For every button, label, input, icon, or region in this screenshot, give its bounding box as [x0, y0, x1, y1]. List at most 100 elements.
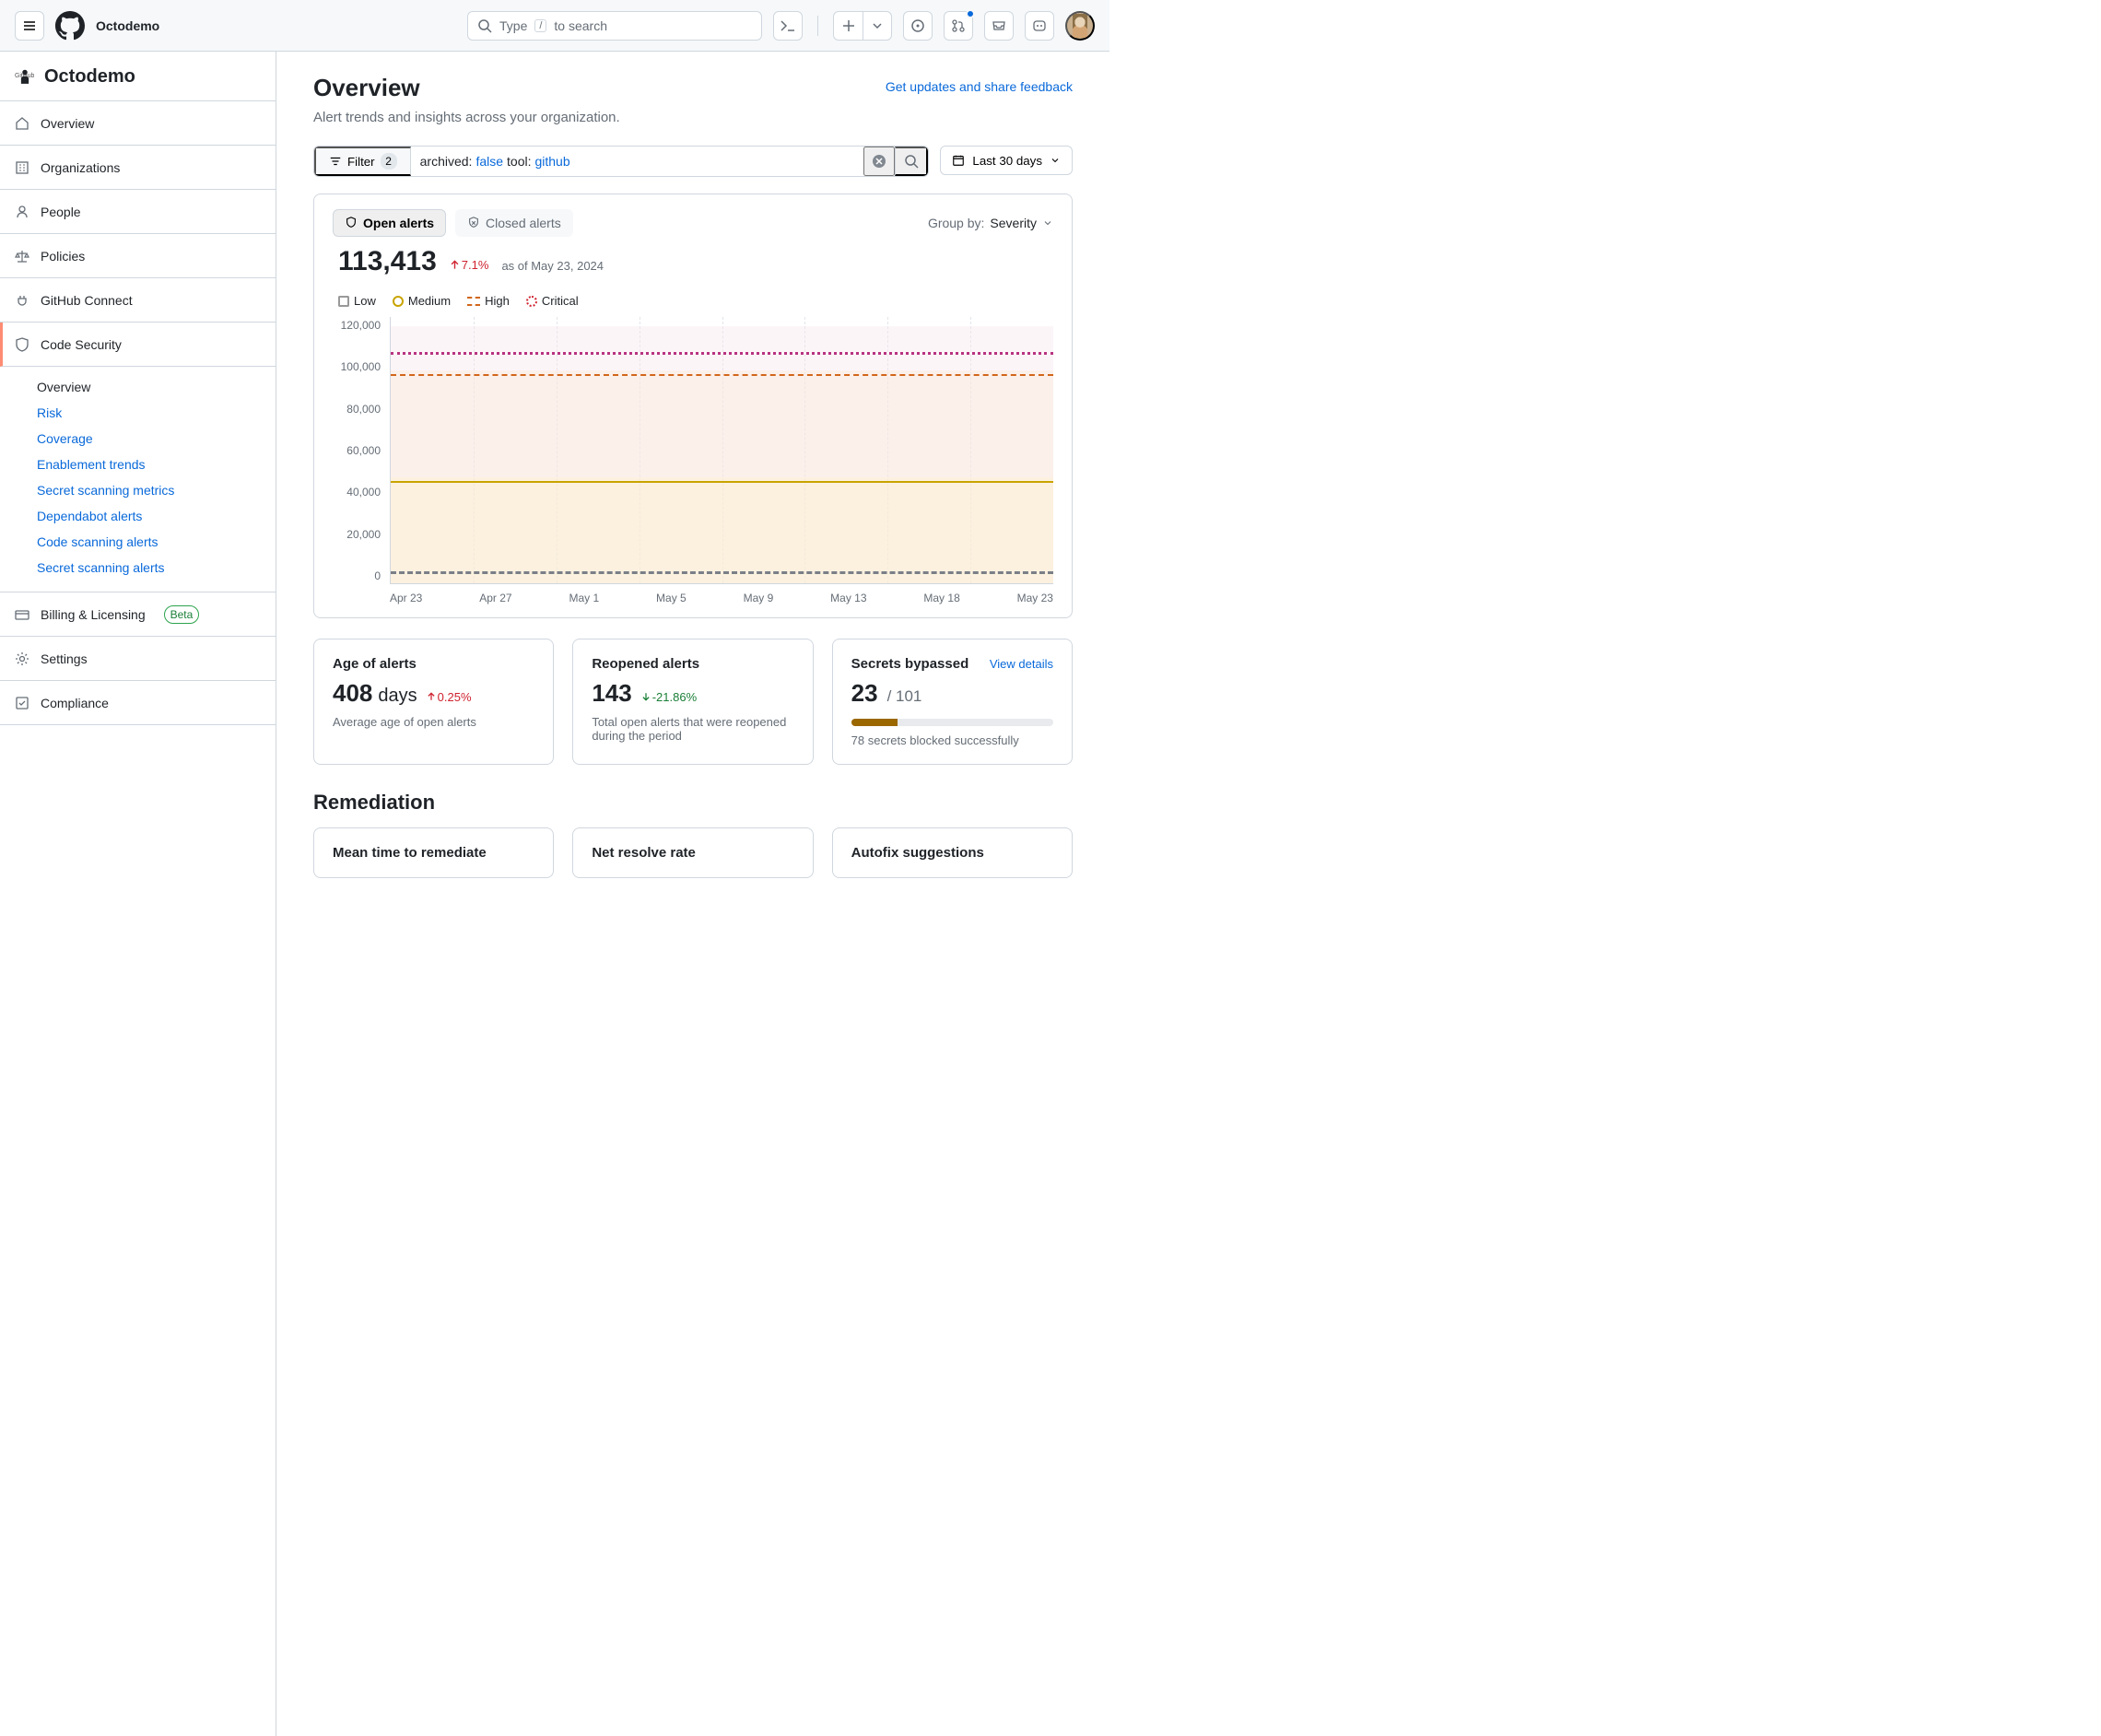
sidebar-sub-secret-metrics[interactable]: Secret scanning metrics [0, 477, 276, 503]
sidebar-sub-code-scanning[interactable]: Code scanning alerts [0, 529, 276, 555]
sidebar-item-settings[interactable]: Settings [0, 637, 276, 681]
filter-token-value: false [475, 154, 503, 169]
filter-token-value: github [534, 154, 569, 169]
card-age-of-alerts[interactable]: Age of alerts 408 days 0.25% Average age… [313, 639, 554, 765]
breadcrumb-org[interactable]: Octodemo [96, 18, 159, 33]
github-logo-icon[interactable] [55, 11, 85, 41]
menu-button[interactable] [15, 11, 44, 41]
alert-asof-label: as of May 23, 2024 [501, 259, 604, 273]
tab-open-alerts[interactable]: Open alerts [333, 209, 446, 237]
sidebar-item-label: GitHub Connect [41, 293, 133, 308]
sidebar-sub-risk[interactable]: Risk [0, 400, 276, 426]
sidebar-item-label: Overview [41, 116, 94, 131]
chevron-down-icon [870, 18, 885, 33]
card-mean-time-remediate[interactable]: Mean time to remediate [313, 827, 554, 878]
sidebar-sub-secret-alerts[interactable]: Secret scanning alerts [0, 555, 276, 581]
legend-low[interactable]: Low [338, 294, 376, 308]
user-avatar[interactable] [1065, 11, 1095, 41]
progress-fill [851, 719, 898, 726]
tab-label: Open alerts [363, 216, 434, 230]
card-title: Secrets bypassed [851, 656, 969, 672]
x-circle-icon [872, 154, 886, 169]
legend-high[interactable]: High [467, 294, 510, 308]
y-tick: 20,000 [333, 528, 381, 541]
progress-bar [851, 719, 1053, 726]
copilot-button[interactable] [1025, 11, 1054, 41]
sidebar-item-policies[interactable]: Policies [0, 234, 276, 278]
date-range-label: Last 30 days [972, 154, 1042, 168]
area-medium [391, 477, 1053, 583]
legend-critical[interactable]: Critical [526, 294, 579, 308]
org-avatar-icon: GitHub [15, 67, 35, 88]
chart-plot-area[interactable] [390, 317, 1053, 584]
sidebar-item-label: Settings [41, 651, 88, 666]
filter-button[interactable]: Filter 2 [314, 147, 411, 176]
y-axis: 120,000 100,000 80,000 60,000 40,000 20,… [333, 317, 390, 584]
card-value: 23 [851, 679, 878, 708]
alert-trend-pct: 7.1% [450, 258, 489, 272]
view-details-link[interactable]: View details [990, 657, 1053, 671]
card-desc: 78 secrets blocked successfully [851, 733, 1053, 747]
x-tick: May 5 [656, 592, 687, 604]
sidebar-item-organizations[interactable]: Organizations [0, 146, 276, 190]
law-icon [15, 249, 29, 264]
card-reopened-alerts[interactable]: Reopened alerts 143 -21.86% Total open a… [572, 639, 813, 765]
sidebar-sub-coverage[interactable]: Coverage [0, 426, 276, 452]
group-by-dropdown[interactable]: Group by: Severity [928, 216, 1053, 230]
sidebar-sub-overview[interactable]: Overview [0, 374, 276, 400]
pull-requests-button[interactable] [944, 11, 973, 41]
sidebar-sub-dependabot[interactable]: Dependabot alerts [0, 503, 276, 529]
copilot-icon [1032, 18, 1047, 33]
sidebar-sub-enablement[interactable]: Enablement trends [0, 452, 276, 477]
sidebar-org-header[interactable]: GitHub Octodemo [0, 52, 276, 101]
shield-x-icon [467, 217, 480, 229]
group-by-label: Group by: [928, 216, 984, 230]
chevron-down-icon [1050, 155, 1061, 166]
critical-swatch-icon [526, 296, 537, 307]
card-denominator: / 101 [887, 687, 922, 706]
pull-request-icon [951, 18, 966, 33]
card-title: Mean time to remediate [333, 845, 534, 861]
sidebar-item-connect[interactable]: GitHub Connect [0, 278, 276, 323]
group-by-value: Severity [990, 216, 1037, 230]
card-title: Autofix suggestions [851, 845, 1053, 861]
sidebar-item-overview[interactable]: Overview [0, 101, 276, 146]
inbox-button[interactable] [984, 11, 1014, 41]
sidebar-item-security[interactable]: Code Security [0, 323, 276, 367]
tab-label: Closed alerts [486, 216, 561, 230]
sidebar-item-billing[interactable]: Billing & Licensing Beta [0, 592, 276, 637]
filter-icon [329, 155, 342, 168]
issues-button[interactable] [903, 11, 933, 41]
filter-clear-button[interactable] [863, 147, 895, 176]
legend-medium[interactable]: Medium [393, 294, 451, 308]
chevron-down-icon [1042, 217, 1053, 229]
feedback-link[interactable]: Get updates and share feedback [886, 79, 1073, 94]
sidebar-submenu: Overview Risk Coverage Enablement trends… [0, 367, 276, 592]
alert-total-count: 113,413 [338, 246, 437, 277]
sidebar-item-compliance[interactable]: Compliance [0, 681, 276, 725]
y-tick: 40,000 [333, 486, 381, 499]
notification-dot-icon [966, 9, 975, 18]
card-title: Reopened alerts [592, 656, 793, 672]
create-new-button[interactable] [833, 11, 863, 41]
filter-query-input[interactable]: archived:false tool:github [411, 147, 864, 176]
search-placeholder-post: to search [554, 18, 607, 33]
card-desc: Average age of open alerts [333, 715, 534, 729]
command-palette-button[interactable] [773, 11, 803, 41]
card-net-resolve-rate[interactable]: Net resolve rate [572, 827, 813, 878]
card-secrets-bypassed[interactable]: Secrets bypassed View details 23 / 101 7… [832, 639, 1073, 765]
card-autofix-suggestions[interactable]: Autofix suggestions [832, 827, 1073, 878]
avatar-image [1073, 14, 1087, 38]
filter-search-button[interactable] [895, 147, 928, 176]
card-trend: 0.25% [427, 690, 472, 704]
global-search[interactable]: Type / to search [467, 11, 762, 41]
inbox-icon [992, 18, 1006, 33]
y-tick: 80,000 [333, 403, 381, 416]
tab-closed-alerts[interactable]: Closed alerts [455, 209, 573, 237]
date-range-dropdown[interactable]: Last 30 days [940, 146, 1073, 175]
search-placeholder-pre: Type [499, 18, 527, 33]
hamburger-icon [22, 18, 37, 33]
create-new-dropdown[interactable] [863, 11, 892, 41]
line-medium [391, 481, 1053, 483]
sidebar-item-people[interactable]: People [0, 190, 276, 234]
